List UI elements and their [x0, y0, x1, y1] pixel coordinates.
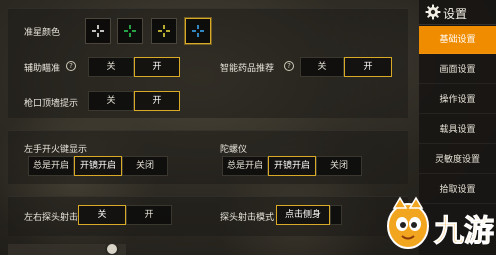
- menu-item-sensitivity[interactable]: 灵敏度设置: [419, 146, 496, 174]
- crosshair-yellow-icon: [158, 25, 170, 37]
- crosshair-option-yellow[interactable]: [151, 18, 177, 44]
- crosshair-option-blue[interactable]: [185, 18, 211, 44]
- aim-assist-off-button[interactable]: 关: [88, 57, 134, 77]
- lean-mode-tap-button[interactable]: 点击侧身: [276, 205, 330, 225]
- crosshair-green-icon: [124, 25, 136, 37]
- gear-icon: [425, 4, 441, 20]
- gyroscope-label: 陀螺仪: [220, 145, 248, 155]
- settings-title: 设置: [443, 7, 468, 21]
- gun-wall-hint-label: 枪口顶墙提示: [24, 99, 79, 109]
- left-fire-always-on-button[interactable]: 总是开启: [28, 156, 74, 176]
- crosshair-color-label: 准星颜色: [24, 28, 61, 38]
- aim-assist-toggle: 关 开: [88, 57, 180, 77]
- gun-wall-on-button[interactable]: 开: [134, 91, 180, 111]
- settings-menu-header: 设置: [419, 2, 496, 22]
- smart-meds-toggle: 关 开: [300, 57, 392, 77]
- crosshair-option-white[interactable]: [85, 18, 111, 44]
- lean-mode-next-button[interactable]: [330, 205, 342, 225]
- smart-meds-on-button[interactable]: 开: [344, 57, 392, 77]
- left-fire-scope-on-button[interactable]: 开镜开启: [74, 156, 122, 176]
- gyroscope-off-button[interactable]: 关闭: [316, 156, 362, 176]
- gun-wall-off-button[interactable]: 关: [88, 91, 134, 111]
- crosshair-blue-icon: [192, 25, 204, 37]
- lean-mode-label: 探头射击模式: [220, 213, 275, 223]
- bottom-toggle-knob-icon[interactable]: [105, 242, 119, 255]
- aim-assist-label: 辅助瞄准: [24, 64, 61, 74]
- smart-meds-off-button[interactable]: 关: [300, 57, 344, 77]
- lean-fire-label: 左右探头射击: [24, 213, 79, 223]
- gyroscope-scope-on-button[interactable]: 开镜开启: [268, 156, 316, 176]
- menu-divider-top: [419, 24, 496, 25]
- menu-item-graphics[interactable]: 画面设置: [419, 56, 496, 84]
- watermark-text: 九游: [434, 214, 495, 250]
- crosshair-option-green[interactable]: [117, 18, 143, 44]
- lean-mode-options: 点击侧身: [276, 205, 342, 225]
- left-fire-options: 总是开启 开镜开启 关闭: [28, 156, 168, 176]
- gun-wall-hint-toggle: 关 开: [88, 91, 180, 111]
- lean-fire-toggle: 关 开: [78, 205, 172, 225]
- lean-fire-off-button[interactable]: 关: [78, 205, 126, 225]
- watermark-logo: 九游: [384, 196, 496, 255]
- smart-meds-help-icon[interactable]: ?: [284, 61, 294, 71]
- gyroscope-always-on-button[interactable]: 总是开启: [222, 156, 268, 176]
- smart-meds-label: 智能药品推荐: [220, 64, 275, 74]
- aim-assist-help-icon[interactable]: ?: [66, 61, 76, 71]
- menu-item-basic[interactable]: 基础设置: [419, 26, 496, 54]
- left-fire-button-label: 左手开火键显示: [24, 145, 88, 155]
- crosshair-white-icon: [92, 25, 104, 37]
- lean-fire-on-button[interactable]: 开: [126, 205, 172, 225]
- menu-item-vehicle[interactable]: 载具设置: [419, 116, 496, 144]
- left-fire-off-button[interactable]: 关闭: [122, 156, 168, 176]
- aim-assist-on-button[interactable]: 开: [134, 57, 180, 77]
- gyroscope-options: 总是开启 开镜开启 关闭: [222, 156, 362, 176]
- menu-item-controls[interactable]: 操作设置: [419, 86, 496, 114]
